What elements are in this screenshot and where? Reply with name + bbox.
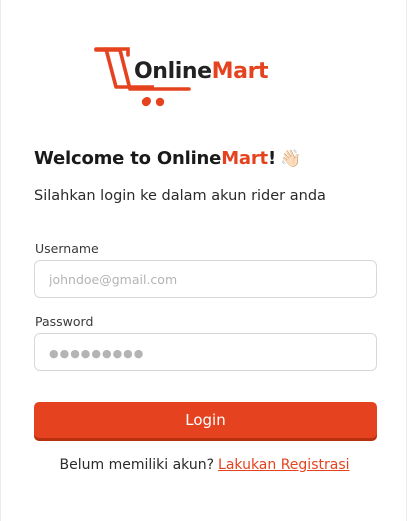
title-prefix: Welcome to Online	[34, 148, 222, 169]
login-button[interactable]: Login	[34, 402, 377, 438]
username-input[interactable]	[34, 260, 377, 298]
register-prompt-line: Belum memiliki akun? Lakukan Registrasi	[1, 457, 407, 473]
title-suffix: !	[267, 148, 276, 169]
login-card: OnlineMart Welcome to OnlineMart! 👋🏻 Sila…	[0, 0, 407, 521]
logo-wordmark: OnlineMart	[134, 59, 269, 84]
register-link[interactable]: Lakukan Registrasi	[218, 457, 349, 473]
onlinemart-logo: OnlineMart	[94, 45, 294, 109]
logo-word-mart: Mart	[211, 59, 269, 84]
page-title: Welcome to OnlineMart! 👋🏻	[34, 148, 301, 169]
login-subtitle: Silahkan login ke dalam akun rider anda	[34, 188, 326, 204]
logo-word-online: Online	[134, 59, 212, 84]
password-label: Password	[35, 314, 94, 329]
password-input[interactable]	[34, 333, 377, 371]
title-accent: Mart	[221, 148, 268, 169]
username-label: Username	[35, 241, 99, 256]
register-prompt: Belum memiliki akun?	[59, 457, 215, 473]
waving-hand-icon: 👋🏻	[279, 149, 301, 169]
